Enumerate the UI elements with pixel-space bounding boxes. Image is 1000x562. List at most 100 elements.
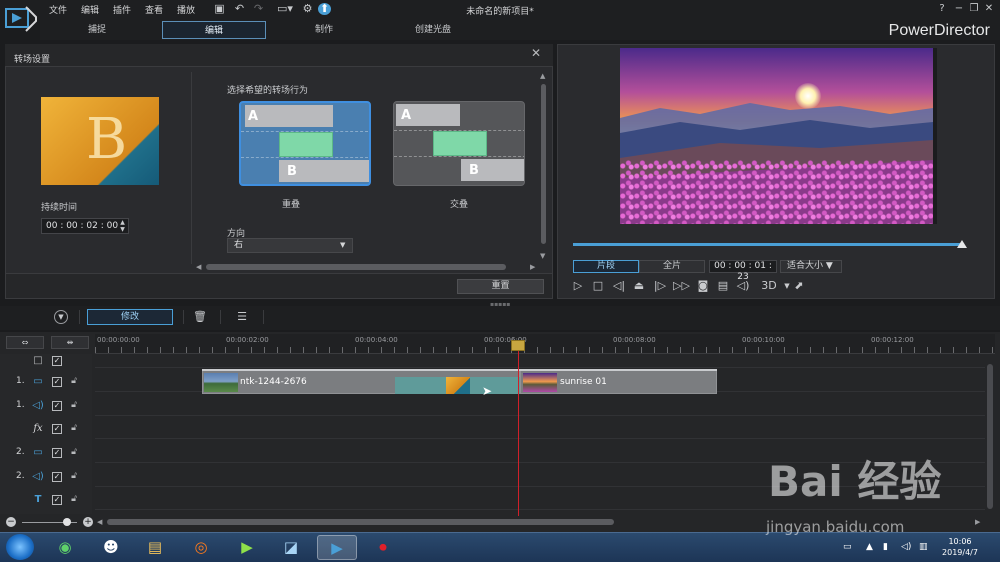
restore-button[interactable]: ❐	[968, 3, 980, 15]
panel-horizontal-scrollbar[interactable]	[206, 264, 506, 270]
volume-icon[interactable]: ◁)	[736, 279, 750, 293]
timeline-horizontal-scrollbar[interactable]	[107, 519, 614, 525]
3d-toggle[interactable]: 3D	[758, 279, 780, 293]
transition-icon[interactable]	[446, 377, 470, 394]
file-explorer-icon[interactable]: ▤	[135, 535, 175, 560]
preview-movie-tab[interactable]: 全片	[639, 260, 705, 273]
track-enable-checkbox[interactable]: ✓	[52, 401, 62, 411]
upgrade-icon[interactable]: ⬆	[318, 3, 331, 15]
tray-expand-icon[interactable]: ▲	[866, 542, 873, 552]
track-number: 1.	[16, 376, 25, 386]
scroll-up-icon[interactable]: ▲	[540, 72, 545, 80]
lock-icon[interactable]: 🔓︎	[69, 423, 79, 434]
redo-icon[interactable]: ↷	[252, 3, 265, 15]
subtitle-icon[interactable]: ▤	[716, 279, 730, 293]
network-icon[interactable]: ▥	[919, 542, 928, 552]
powerdirector-taskbar-icon[interactable]: ▶	[317, 535, 357, 560]
play-icon[interactable]: ▷	[571, 279, 585, 293]
media-app-icon[interactable]: ▶	[227, 535, 267, 560]
chevron-down-icon[interactable]: ▼	[340, 241, 345, 249]
collapse-chevron-icon[interactable]: ▼	[54, 310, 68, 324]
speaker-icon[interactable]: ◁)	[901, 542, 911, 552]
snapshot-icon[interactable]: ◙	[696, 279, 710, 293]
stop-icon[interactable]: □	[591, 279, 605, 293]
cross-option-card[interactable]: A B	[393, 101, 525, 186]
zoom-out-icon[interactable]: −	[6, 517, 16, 527]
duration-input[interactable]: 00 : 00 : 02 : 00	[41, 218, 129, 234]
direction-select[interactable]: 右	[227, 238, 353, 253]
scroll-left-icon[interactable]: ◀	[196, 263, 201, 271]
close-button[interactable]: ✕	[983, 3, 995, 15]
overlap-option-card[interactable]: A B	[239, 101, 371, 186]
lock-icon[interactable]: 🔓︎	[69, 376, 79, 387]
fit-size-select[interactable]: 适合大小 ▼	[780, 260, 842, 273]
zoom-slider-knob[interactable]	[63, 518, 71, 526]
qq-icon[interactable]: ☻	[91, 535, 131, 560]
scroll-right-icon[interactable]: ▶	[530, 263, 535, 271]
undock-icon[interactable]: ⬈	[792, 279, 806, 293]
track-enable-checkbox[interactable]: ✓	[52, 495, 62, 505]
master-video-icon[interactable]: □	[31, 355, 45, 367]
track-enable-checkbox[interactable]: ✓	[52, 448, 62, 458]
help-button[interactable]: ?	[936, 3, 948, 15]
menu-edit[interactable]: 编辑	[81, 3, 99, 16]
video-track-icon: ▭	[33, 376, 43, 387]
menu-view[interactable]: 查看	[145, 3, 163, 16]
reset-button[interactable]: 重置	[457, 279, 544, 294]
scroll-left-icon[interactable]: ◀	[97, 518, 102, 526]
lock-icon[interactable]: 🔓︎	[69, 494, 79, 505]
tick-label: 00:00:02:00	[226, 336, 269, 344]
previous-frame-icon[interactable]: ◁|	[612, 279, 626, 293]
scroll-down-icon[interactable]: ▼	[540, 252, 545, 260]
firefox-icon[interactable]: ◎	[181, 535, 221, 560]
lock-icon[interactable]: 🔓︎	[69, 447, 79, 458]
usb-icon[interactable]: ▮	[883, 542, 888, 552]
fx-track-row	[95, 417, 985, 439]
start-button-icon[interactable]	[6, 534, 34, 560]
keyboard-icon[interactable]: ▭	[843, 542, 852, 552]
tab-capture[interactable]: 捕捉	[45, 21, 149, 39]
timeline-vertical-scrollbar[interactable]	[987, 364, 993, 509]
fast-forward-icon[interactable]: ▷▷	[673, 279, 690, 293]
next-frame-icon[interactable]: |▷	[653, 279, 667, 293]
video-clip[interactable]: sunrise 01	[520, 370, 717, 394]
tab-produce[interactable]: 制作	[272, 21, 376, 39]
duration-spinner[interactable]: ▲ ▼	[117, 219, 128, 233]
seek-bar[interactable]	[573, 243, 962, 246]
undo-icon[interactable]: ↶	[233, 3, 246, 15]
menu-file[interactable]: 文件	[49, 3, 67, 16]
preview-clip-tab[interactable]: 片段	[573, 260, 639, 273]
save-icon[interactable]: ▣	[213, 3, 226, 15]
panel-vertical-scrollbar[interactable]	[541, 84, 546, 244]
zoom-in-icon[interactable]: +	[83, 517, 93, 527]
seek-knob[interactable]	[957, 240, 967, 248]
modify-button[interactable]: 修改	[87, 309, 173, 325]
360-browser-icon[interactable]: ◉	[45, 535, 85, 560]
minimize-button[interactable]: −	[953, 3, 965, 15]
timeline-fit-icon[interactable]: ⇔	[6, 336, 44, 349]
timeline-zoom-icon[interactable]: ⇹	[51, 336, 89, 349]
menu-play[interactable]: 播放	[177, 3, 195, 16]
screen-recorder-icon[interactable]: ⏺	[363, 535, 403, 560]
track-enable-checkbox[interactable]: ✓	[52, 377, 62, 387]
menu-plugins[interactable]: 插件	[113, 3, 131, 16]
panel-close-icon[interactable]: ✕	[529, 46, 543, 60]
tab-create-disc[interactable]: 创建光盘	[381, 21, 485, 39]
aspect-ratio-icon[interactable]: ▭▾	[273, 3, 297, 15]
split-icon[interactable]: ⏏	[632, 279, 646, 293]
more-functions-icon[interactable]: ☰	[235, 310, 249, 324]
track-enable-checkbox[interactable]: ✓	[52, 472, 62, 482]
trash-icon[interactable]: 🗑	[193, 310, 207, 324]
lock-icon[interactable]: 🔓︎	[69, 471, 79, 482]
track-enable-checkbox[interactable]: ✓	[52, 424, 62, 434]
notes-app-icon[interactable]: ◪	[271, 535, 311, 560]
preview-video	[620, 48, 933, 224]
scroll-right-icon[interactable]: ▶	[975, 518, 980, 526]
lock-icon[interactable]: 🔓︎	[69, 400, 79, 411]
playhead-handle[interactable]	[511, 340, 525, 351]
tray-clock[interactable]: 10:06 2019/4/7	[934, 536, 986, 558]
master-track-checkbox[interactable]: ✓	[52, 356, 62, 366]
preview-timecode[interactable]: 00 : 00 : 01 : 23	[709, 260, 777, 282]
tab-edit[interactable]: 编辑	[162, 21, 266, 39]
settings-gear-icon[interactable]: ⚙	[301, 3, 314, 15]
